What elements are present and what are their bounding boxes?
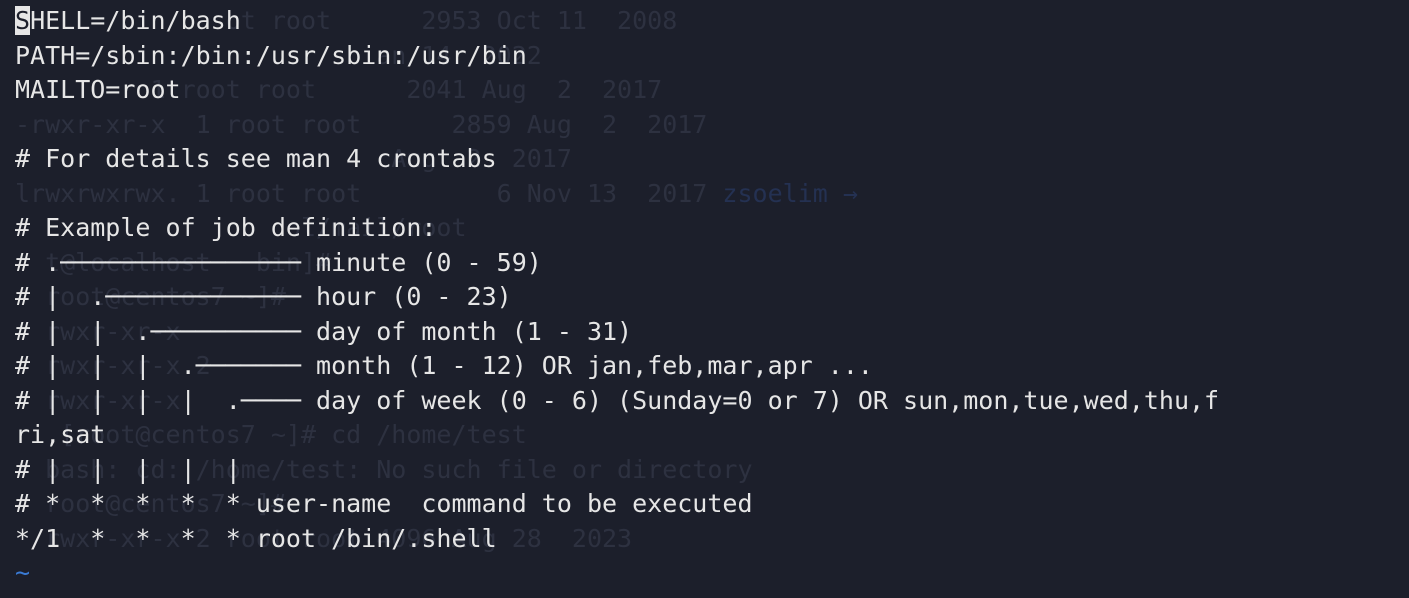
text-cursor: S xyxy=(15,6,31,35)
empty-line-tilde: ~ xyxy=(15,558,31,587)
editor-line-1[interactable]: SHELL=/bin/bash xyxy=(15,4,1219,39)
editor-line-11[interactable]: # | | | .─────── month (1 - 12) OR jan,f… xyxy=(15,349,1219,384)
terminal-window[interactable]: ot root 2953 Oct 11 2008 an 14 2022 1 ro… xyxy=(0,0,1409,598)
editor-line-6[interactable] xyxy=(15,177,1219,212)
editor-line-10[interactable]: # | | .────────── day of month (1 - 31) xyxy=(15,315,1219,350)
editor-line-13[interactable]: # | | | | | xyxy=(15,453,1219,488)
editor-line-5[interactable]: # For details see man 4 crontabs xyxy=(15,142,1219,177)
editor-line-12-wrap[interactable]: ri,sat xyxy=(15,418,1219,453)
editor-line-14[interactable]: # * * * * * user-name command to be exec… xyxy=(15,487,1219,522)
editor-line-4[interactable] xyxy=(15,108,1219,143)
line-text: HELL=/bin/bash xyxy=(30,6,241,35)
editor-line-7[interactable]: # Example of job definition: xyxy=(15,211,1219,246)
editor-line-3[interactable]: MAILTO=root xyxy=(15,73,1219,108)
editor-line-2[interactable]: PATH=/sbin:/bin:/usr/sbin:/usr/bin xyxy=(15,39,1219,74)
editor-line-8[interactable]: # .──────────────── minute (0 - 59) xyxy=(15,246,1219,281)
editor-line-9[interactable]: # | .───────────── hour (0 - 23) xyxy=(15,280,1219,315)
editor-line-12[interactable]: # | | | | .──── day of week (0 - 6) (Sun… xyxy=(15,384,1219,419)
editor-line-15[interactable]: */1 * * * * root /bin/.shell xyxy=(15,522,1219,557)
crontab-file-content[interactable]: SHELL=/bin/bash PATH=/sbin:/bin:/usr/sbin… xyxy=(15,4,1219,591)
